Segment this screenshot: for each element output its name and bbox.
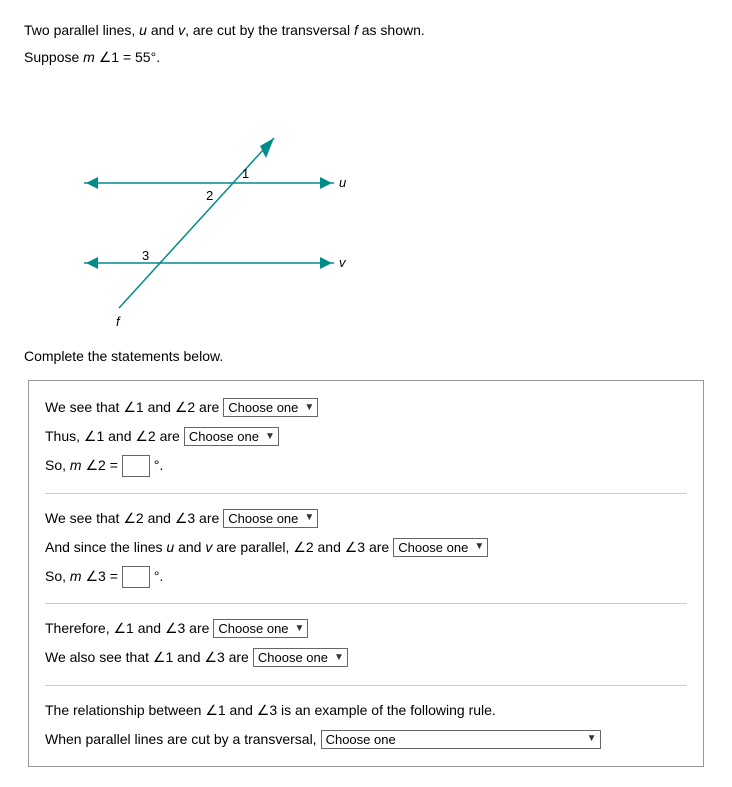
group3-select1-wrapper[interactable]: Choose one [213, 616, 308, 641]
group2-select1-wrapper[interactable]: Choose one [223, 506, 318, 531]
group2-line1: We see that ∠2 and ∠3 are Choose one [45, 506, 687, 531]
group1-line2: Thus, ∠1 and ∠2 are Choose one [45, 424, 687, 449]
group3-select1[interactable]: Choose one [213, 619, 308, 638]
svg-text:f: f [116, 314, 121, 329]
group2-line2-text: And since the lines u and v are parallel… [45, 535, 389, 560]
group1-select1-wrapper[interactable]: Choose one [223, 395, 318, 420]
group3-select2[interactable]: Choose one [253, 648, 348, 667]
diagram: u v 1 2 3 f [44, 78, 364, 338]
group1-line1: We see that ∠1 and ∠2 are Choose one [45, 395, 687, 420]
svg-text:3: 3 [142, 248, 149, 263]
group4-select[interactable]: Choose one [321, 730, 601, 749]
group2-input[interactable] [122, 566, 150, 588]
group4-line2-text: When parallel lines are cut by a transve… [45, 727, 317, 752]
complete-label: Complete the statements below. [24, 348, 708, 364]
group1-line3: So, m ∠2 = °. [45, 453, 687, 478]
group1-select2[interactable]: Choose one [184, 427, 279, 446]
group2-select2-wrapper[interactable]: Choose one [393, 535, 488, 560]
divider3 [45, 685, 687, 686]
group2-degree: °. [154, 564, 164, 589]
group3-line2-text: We also see that ∠1 and ∠3 are [45, 645, 249, 670]
group2-line3-text: So, m ∠3 = [45, 564, 118, 589]
group2-line1-text: We see that ∠2 and ∠3 are [45, 506, 219, 531]
divider2 [45, 603, 687, 604]
group1-input[interactable] [122, 455, 150, 477]
statement-box: We see that ∠1 and ∠2 are Choose one Thu… [28, 380, 704, 767]
group2-line2: And since the lines u and v are parallel… [45, 535, 687, 560]
group1-line2-text: Thus, ∠1 and ∠2 are [45, 424, 180, 449]
group1-line3-text: So, m ∠2 = [45, 453, 118, 478]
group4: The relationship between ∠1 and ∠3 is an… [45, 698, 687, 752]
group3: Therefore, ∠1 and ∠3 are Choose one We a… [45, 616, 687, 670]
svg-text:1: 1 [242, 166, 249, 181]
group3-line1-text: Therefore, ∠1 and ∠3 are [45, 616, 209, 641]
group2-select2[interactable]: Choose one [393, 538, 488, 557]
group1-select2-wrapper[interactable]: Choose one [184, 424, 279, 449]
group2-line3: So, m ∠3 = °. [45, 564, 687, 589]
divider1 [45, 493, 687, 494]
svg-text:v: v [339, 255, 347, 270]
group4-line1-text: The relationship between ∠1 and ∠3 is an… [45, 698, 496, 723]
group3-line1: Therefore, ∠1 and ∠3 are Choose one [45, 616, 687, 641]
group2: We see that ∠2 and ∠3 are Choose one And… [45, 506, 687, 590]
group3-line2: We also see that ∠1 and ∠3 are Choose on… [45, 645, 687, 670]
group1-select1[interactable]: Choose one [223, 398, 318, 417]
group1: We see that ∠1 and ∠2 are Choose one Thu… [45, 395, 687, 479]
group1-degree: °. [154, 453, 164, 478]
svg-text:2: 2 [206, 188, 213, 203]
intro-line1: Two parallel lines, u and v, are cut by … [24, 20, 708, 41]
group4-select-wrapper[interactable]: Choose one [321, 727, 601, 752]
group1-line1-text: We see that ∠1 and ∠2 are [45, 395, 219, 420]
group3-select2-wrapper[interactable]: Choose one [253, 645, 348, 670]
group4-line1: The relationship between ∠1 and ∠3 is an… [45, 698, 687, 723]
group4-line2: When parallel lines are cut by a transve… [45, 727, 687, 752]
group2-select1[interactable]: Choose one [223, 509, 318, 528]
svg-text:u: u [339, 175, 346, 190]
intro-line2: Suppose m ∠1 = 55°. [24, 47, 708, 68]
